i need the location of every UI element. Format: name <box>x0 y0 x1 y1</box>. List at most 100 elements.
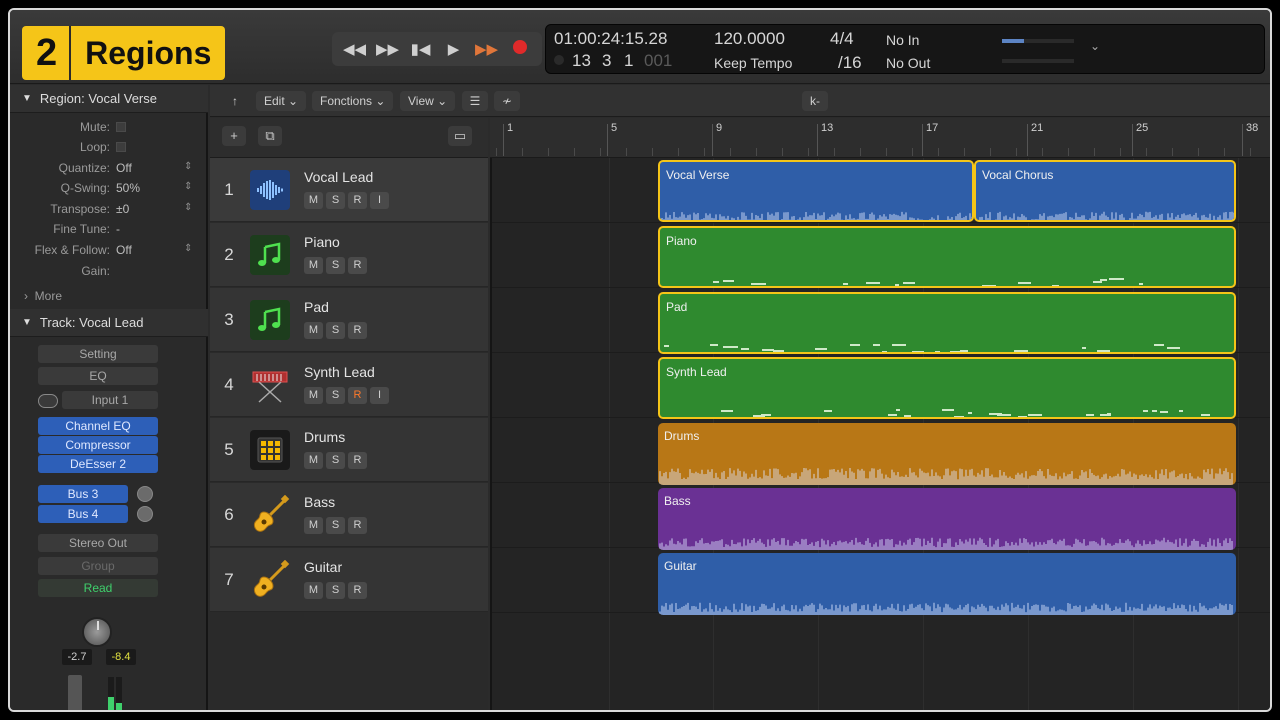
lcd-time-signature[interactable]: 4/4 <box>830 29 854 49</box>
automation-mode[interactable]: Read <box>38 579 158 597</box>
region[interactable]: Bass <box>658 488 1236 550</box>
edit-menu[interactable]: Edit ⌄ <box>256 91 307 111</box>
mute-button[interactable]: M <box>304 387 323 404</box>
region-param-row[interactable]: Mute: <box>10 120 208 140</box>
up-down-arrows-icon[interactable]: ⇕ <box>184 202 192 213</box>
record-enable-button[interactable]: R <box>348 452 367 469</box>
mute-button[interactable]: M <box>304 322 323 339</box>
input-slot[interactable]: Input 1 <box>62 391 158 409</box>
region-inspector-header[interactable]: ▼ Region: Vocal Verse <box>10 85 208 113</box>
record-enable-button[interactable]: R <box>348 582 367 599</box>
output-slot[interactable]: Stereo Out <box>38 534 158 552</box>
group-slot[interactable]: Group <box>38 557 158 575</box>
region-param-row[interactable]: Transpose: ±0 ⇕ <box>10 202 208 222</box>
mute-button[interactable]: M <box>304 192 323 209</box>
lcd-display[interactable]: 01:00:24:15.28 13 3 1 001 120.0000 Keep … <box>545 24 1265 74</box>
add-track-icon[interactable]: + <box>222 126 246 146</box>
up-down-arrows-icon[interactable]: ⇕ <box>184 243 192 254</box>
region-param-row[interactable]: Q-Swing: 50% ⇕ <box>10 181 208 201</box>
bar-ruler[interactable]: 1 5 9 13 17 21 25 38 <box>490 118 1270 158</box>
view-menu[interactable]: View ⌄ <box>400 91 456 111</box>
track-inspector-header[interactable]: ▼ Track: Vocal Lead <box>10 309 208 337</box>
pan-knob[interactable] <box>82 617 112 647</box>
region[interactable]: Drums <box>658 423 1236 485</box>
track-header[interactable]: 1 Vocal Lead M S R I <box>210 158 488 222</box>
global-tracks-icon[interactable]: ▭ <box>448 126 472 146</box>
param-value[interactable]: - <box>116 222 120 236</box>
send-slot[interactable]: Bus 3 <box>38 485 128 503</box>
track-name[interactable]: Vocal Lead <box>304 169 373 185</box>
region-param-row[interactable]: Gain: <box>10 264 208 284</box>
param-checkbox[interactable] <box>116 122 126 132</box>
record-enable-button[interactable]: R <box>348 192 367 209</box>
play-button[interactable]: ▶ <box>441 40 467 58</box>
region-param-row[interactable]: Quantize: Off ⇕ <box>10 161 208 181</box>
solo-button[interactable]: S <box>326 452 345 469</box>
go-to-start-button[interactable]: ▮◀ <box>408 40 434 58</box>
up-down-arrows-icon[interactable]: ⇕ <box>184 161 192 172</box>
solo-button[interactable]: S <box>326 322 345 339</box>
solo-button[interactable]: S <box>326 192 345 209</box>
solo-button[interactable]: S <box>326 387 345 404</box>
lcd-division-value[interactable]: /16 <box>838 53 862 73</box>
solo-button[interactable]: S <box>326 257 345 274</box>
track-name[interactable]: Drums <box>304 429 345 445</box>
send-level-knob[interactable] <box>137 486 153 502</box>
more-disclosure[interactable]: › More <box>24 289 62 303</box>
param-checkbox[interactable] <box>116 142 126 152</box>
mute-button[interactable]: M <box>304 257 323 274</box>
region[interactable]: Vocal Chorus <box>974 160 1236 222</box>
solo-button[interactable]: S <box>326 582 345 599</box>
track-name[interactable]: Pad <box>304 299 329 315</box>
region-param-row[interactable]: Fine Tune: - <box>10 222 208 242</box>
lcd-tempo-mode[interactable]: Keep Tempo <box>714 55 792 71</box>
region[interactable]: Pad <box>658 292 1236 354</box>
track-header[interactable]: 5 Drums M S R <box>210 418 488 482</box>
param-value[interactable]: Off <box>116 243 132 257</box>
automation-icon[interactable]: ≁ <box>494 91 520 111</box>
record-enable-button[interactable]: R <box>348 322 367 339</box>
rewind-button[interactable]: ◀◀ <box>342 40 368 58</box>
track-header[interactable]: 7 Guitar M S R <box>210 548 488 612</box>
region[interactable]: Vocal Verse <box>658 160 974 222</box>
solo-button[interactable]: S <box>326 517 345 534</box>
plugin-slot[interactable]: Channel EQ <box>38 417 158 435</box>
param-value[interactable]: Off <box>116 161 132 175</box>
record-enable-button[interactable]: R <box>348 387 367 404</box>
param-value[interactable]: 50% <box>116 181 140 195</box>
track-header[interactable]: 4 Synth Lead M S R I <box>210 353 488 417</box>
param-value[interactable]: ±0 <box>116 202 129 216</box>
lcd-tempo[interactable]: 120.0000 <box>714 29 785 49</box>
up-arrow-icon[interactable]: ↑ <box>222 91 248 111</box>
input-monitor-button[interactable]: I <box>370 192 389 209</box>
region[interactable]: Synth Lead <box>658 357 1236 419</box>
functions-menu[interactable]: Fonctions ⌄ <box>312 91 394 111</box>
up-down-arrows-icon[interactable]: ⇕ <box>184 181 192 192</box>
track-header[interactable]: 3 Pad M S R <box>210 288 488 352</box>
fast-forward-button[interactable]: ▶▶ <box>375 40 401 58</box>
input-monitor-button[interactable]: I <box>370 387 389 404</box>
plugin-slot[interactable]: Compressor <box>38 436 158 454</box>
cycle-button[interactable]: ▶▶ <box>474 40 500 58</box>
record-enable-button[interactable]: R <box>348 517 367 534</box>
record-button[interactable] <box>507 40 533 58</box>
plugin-slot[interactable]: DeEsser 2 <box>38 455 158 473</box>
region[interactable]: Piano <box>658 226 1236 288</box>
send-slot[interactable]: Bus 4 <box>38 505 128 523</box>
link-icon[interactable] <box>38 394 58 408</box>
list-view-icon[interactable]: ☰ <box>462 91 488 111</box>
volume-fader[interactable] <box>68 675 82 710</box>
lcd-dropdown-icon[interactable]: ⌄ <box>1090 39 1100 53</box>
track-name[interactable]: Piano <box>304 234 340 250</box>
track-name[interactable]: Guitar <box>304 559 342 575</box>
eq-slot[interactable]: EQ <box>38 367 158 385</box>
region[interactable]: Guitar <box>658 553 1236 615</box>
mute-button[interactable]: M <box>304 452 323 469</box>
send-level-knob[interactable] <box>137 506 153 522</box>
mute-button[interactable]: M <box>304 582 323 599</box>
track-name[interactable]: Synth Lead <box>304 364 375 380</box>
region-param-row[interactable]: Loop: <box>10 140 208 160</box>
catch-playhead-button[interactable]: k- <box>802 91 828 111</box>
duplicate-track-icon[interactable]: ⧉ <box>258 126 282 146</box>
track-name[interactable]: Bass <box>304 494 335 510</box>
